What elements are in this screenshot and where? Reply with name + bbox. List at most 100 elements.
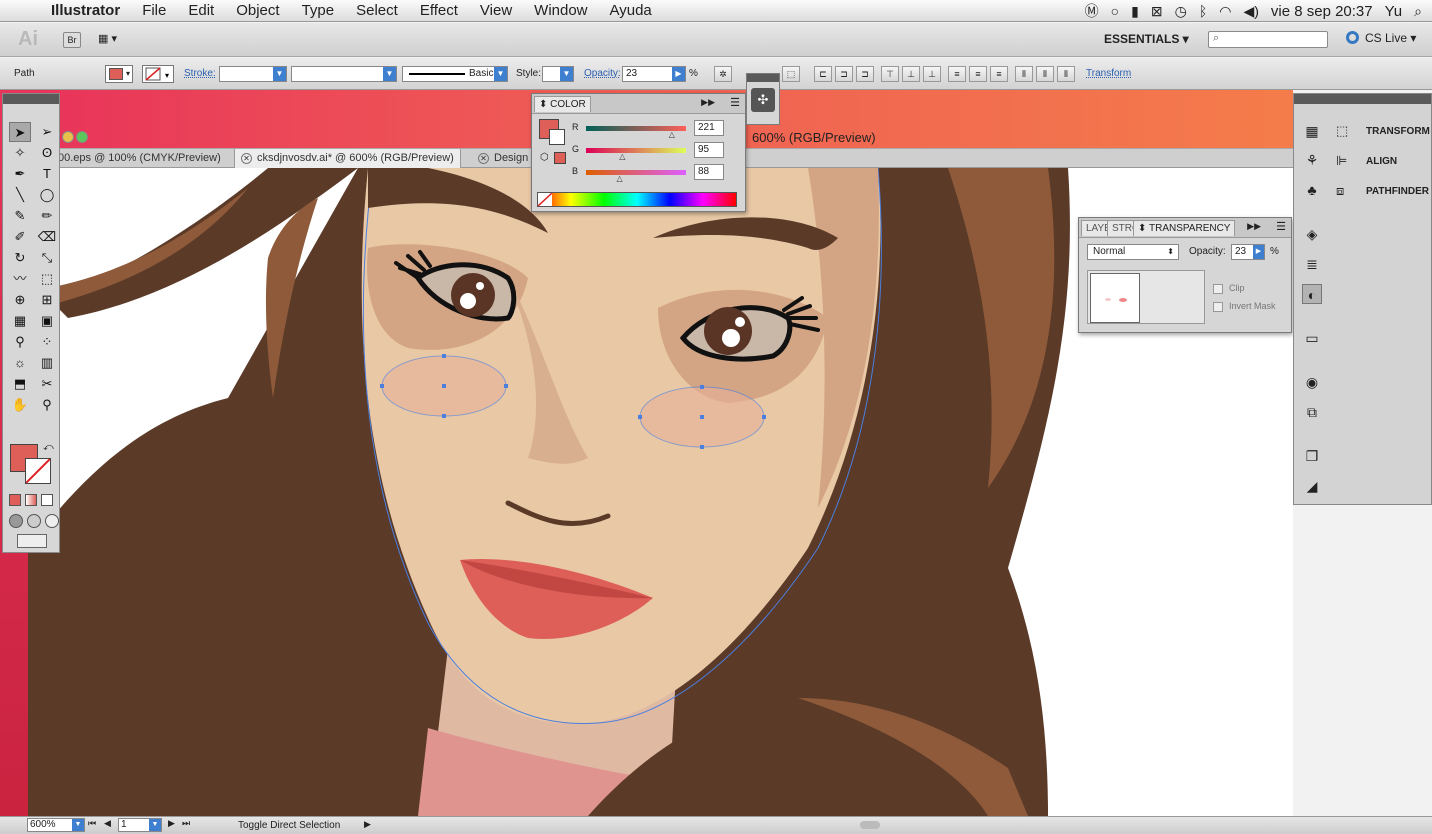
scale-tool-icon[interactable]: ⤡ (36, 248, 58, 268)
collapse-panel-icon[interactable]: ▶▶ (1247, 221, 1261, 232)
time-machine-icon[interactable]: ◷ (1175, 3, 1187, 20)
close-icon[interactable]: ✕ (478, 153, 489, 164)
symbols-icon[interactable]: ♣ (1302, 180, 1322, 200)
align-right-button[interactable]: ⊐ (856, 66, 874, 82)
clipboard-icon[interactable]: ▮ (1131, 3, 1139, 20)
chevron-down-icon[interactable]: ▼ (494, 67, 507, 81)
color-mode-icon[interactable] (9, 494, 21, 506)
ellipse-tool-icon[interactable]: ◯ (36, 185, 58, 205)
clock[interactable]: vie 8 sep 20:37 (1271, 3, 1373, 20)
opacity-label[interactable]: Opacity: (584, 68, 621, 79)
align-middle-button[interactable]: ⊥ (902, 66, 920, 82)
search-input[interactable]: ⌕ (1208, 31, 1328, 48)
panel-menu-icon[interactable]: ☰ (730, 96, 740, 109)
spotlight-icon[interactable]: ⌕ (1414, 3, 1422, 20)
close-icon[interactable]: ✕ (241, 153, 252, 164)
workspace-switcher[interactable]: ESSENTIALS ▾ (1104, 32, 1189, 46)
color-guide-icon[interactable]: ▦ (1302, 121, 1322, 141)
input-r[interactable]: 221 (694, 120, 724, 136)
artboard-tool-icon[interactable]: ⬒ (9, 374, 31, 394)
free-transform-tool-icon[interactable]: ⬚ (36, 269, 58, 289)
input-g[interactable]: 95 (694, 142, 724, 158)
input-b[interactable]: 88 (694, 164, 724, 180)
out-of-gamut-icon[interactable]: ⬡ (540, 152, 549, 163)
menu-effect[interactable]: Effect (409, 0, 469, 22)
next-artboard-icon[interactable]: ▶ (168, 818, 175, 829)
chevron-right-icon[interactable]: ▶ (1253, 245, 1264, 259)
menu-view[interactable]: View (469, 0, 523, 22)
transform-link[interactable]: Transform (1086, 68, 1131, 79)
color-spectrum-bar[interactable] (537, 192, 737, 207)
screen-mode-button[interactable] (17, 534, 47, 548)
stroke-swatch[interactable]: ▾ (142, 65, 174, 83)
align-icon[interactable]: ⊫ (1336, 153, 1347, 169)
distribute-right-button[interactable]: ⦀ (1057, 66, 1075, 82)
lasso-tool-icon[interactable]: ʘ (36, 143, 58, 163)
minimize-window-button[interactable] (62, 131, 74, 143)
previous-artboard-icon[interactable]: ◀ (104, 818, 111, 829)
chevron-down-icon[interactable]: ▼ (560, 67, 573, 81)
user-name[interactable]: Yu (1385, 3, 1403, 20)
align-bottom-button[interactable]: ⊥ (923, 66, 941, 82)
arrange-documents-button[interactable]: ▦ ▾ (98, 32, 130, 48)
artboard-number-input[interactable]: 1 ▼ (118, 818, 162, 832)
none-color-icon[interactable] (538, 193, 552, 206)
clip-checkbox[interactable] (1213, 284, 1223, 294)
direct-selection-tool-icon[interactable]: ➢ (36, 122, 58, 142)
stroke-color-box[interactable] (549, 129, 565, 145)
rotate-tool-icon[interactable]: ↻ (9, 248, 31, 268)
tab-design-document[interactable]: ✕ Design (472, 149, 534, 168)
web-safe-color-chip[interactable] (554, 152, 566, 164)
collapse-panel-icon[interactable]: ▶▶ (701, 97, 715, 108)
none-mode-icon[interactable] (41, 494, 53, 506)
transparency-icon[interactable]: ◐ (1302, 284, 1322, 304)
slider-g[interactable] (586, 148, 686, 153)
shape-builder-tool-icon[interactable]: ⊕ (9, 290, 31, 310)
align-left-button[interactable]: ⊏ (814, 66, 832, 82)
menu-select[interactable]: Select (345, 0, 409, 22)
stroke-label[interactable]: Stroke: (184, 68, 216, 79)
last-artboard-icon[interactable]: ⏭ (182, 818, 190, 829)
stroke-weight-input[interactable]: ▼ (219, 66, 287, 82)
slice-tool-icon[interactable]: ✂ (36, 374, 58, 394)
graphic-style-select[interactable]: ▼ (542, 66, 574, 82)
graphic-styles-icon[interactable]: ⧉ (1302, 402, 1322, 422)
slider-b[interactable] (586, 170, 686, 175)
wifi-icon[interactable]: ◠ (1219, 3, 1231, 20)
gradient-mode-icon[interactable] (25, 494, 37, 506)
dock-header[interactable] (1294, 94, 1431, 104)
menu-edit[interactable]: Edit (177, 0, 225, 22)
menu-app-name[interactable]: Illustrator (40, 0, 131, 22)
document-info-icon[interactable]: ❐ (1302, 446, 1322, 466)
stroke-color-box[interactable] (25, 458, 51, 484)
transform-icon[interactable]: ⬚ (1336, 123, 1348, 139)
chevron-down-icon[interactable]: ▼ (149, 819, 161, 831)
zoom-level-input[interactable]: 600% ▼ (27, 818, 85, 832)
cs-live-button[interactable]: CS Live ▾ (1346, 31, 1416, 45)
magic-wand-tool-icon[interactable]: ✧ (9, 143, 31, 163)
dock-item-align[interactable]: ALIGN (1366, 156, 1397, 167)
chevron-down-icon[interactable]: ▼ (72, 819, 84, 831)
horizontal-scrollbar-thumb[interactable] (860, 821, 880, 829)
chevron-right-icon[interactable]: ▶ (672, 67, 685, 81)
draw-behind-icon[interactable] (27, 514, 41, 528)
type-tool-icon[interactable]: T (36, 164, 58, 184)
battery-x-icon[interactable]: ⊠ (1151, 3, 1163, 20)
eyedropper-tool-icon[interactable]: ⚲ (9, 332, 31, 352)
tab-eps-document[interactable]: 00.eps @ 100% (CMYK/Preview) (52, 149, 227, 168)
blend-mode-select[interactable]: Normal ⬍ (1087, 244, 1179, 260)
stroke-icon[interactable]: ≣ (1302, 254, 1322, 274)
slider-thumb-b[interactable]: △ (617, 174, 623, 183)
draw-normal-icon[interactable] (9, 514, 23, 528)
zoom-window-button[interactable] (76, 131, 88, 143)
color-panel-tab[interactable]: ⬍ COLOR (534, 96, 591, 112)
blob-brush-tool-icon[interactable]: ✐ (9, 227, 31, 247)
status-menu-icon[interactable]: ▶ (364, 819, 371, 830)
perspective-grid-tool-icon[interactable]: ⊞ (36, 290, 58, 310)
menu-object[interactable]: Object (225, 0, 290, 22)
bridge-button[interactable]: Br (63, 32, 81, 48)
navigator-icon[interactable]: ◢ (1302, 476, 1322, 496)
panel-menu-icon[interactable]: ☰ (1276, 220, 1286, 233)
brush-definition-select[interactable]: Basic ▼ (402, 66, 508, 82)
mesh-tool-icon[interactable]: ▦ (9, 311, 31, 331)
